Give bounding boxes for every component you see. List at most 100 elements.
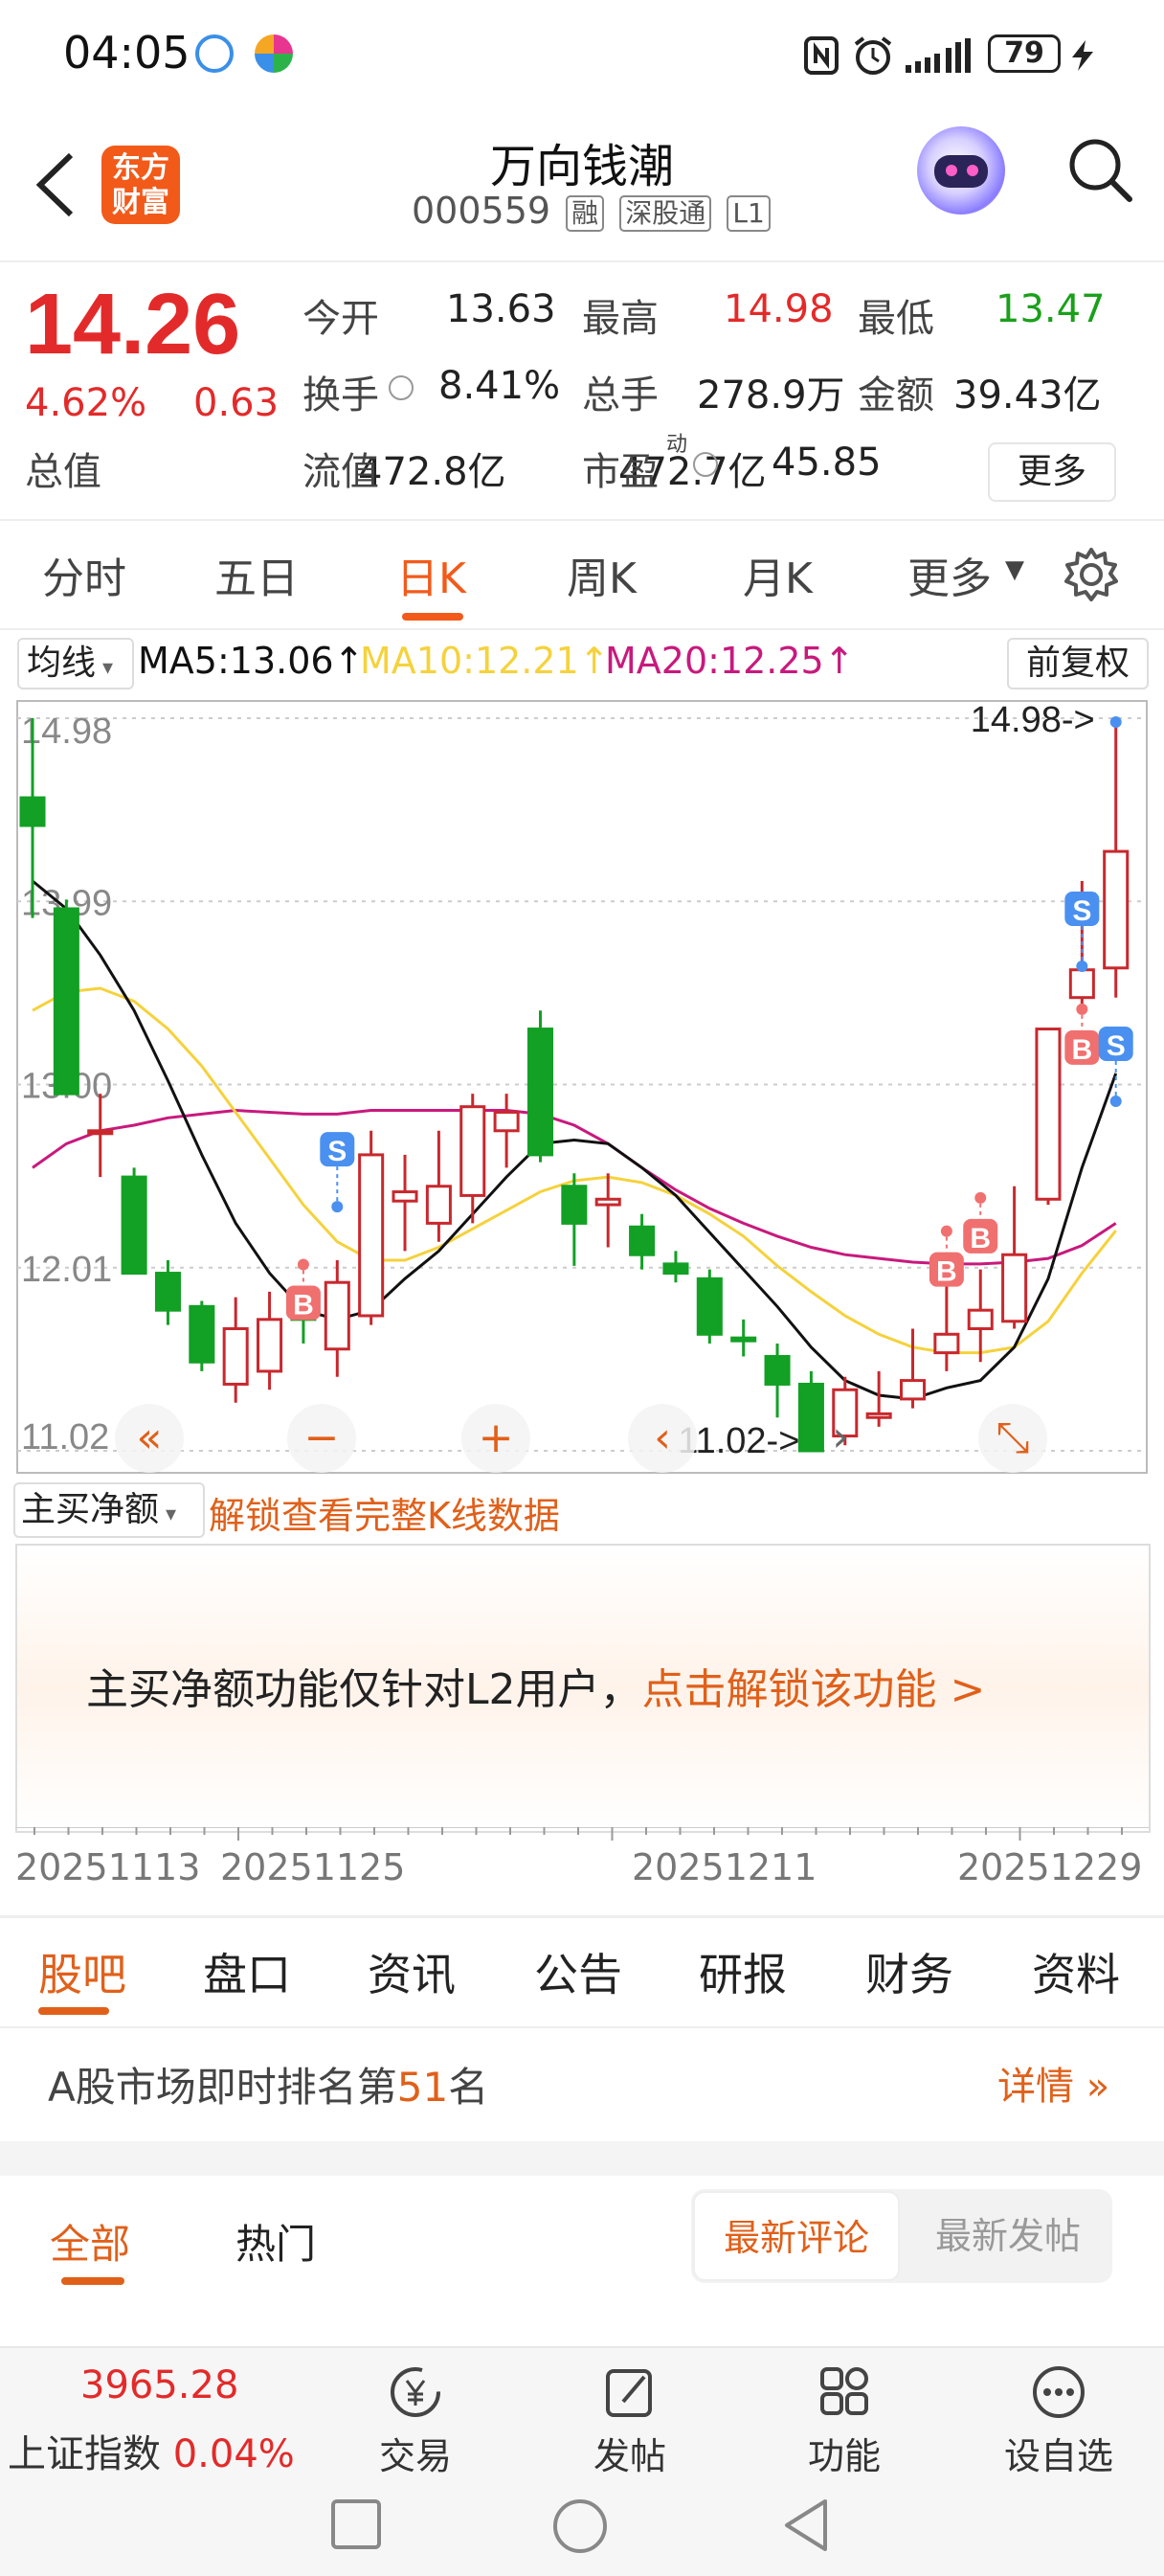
section-tab-2[interactable]: 资讯 xyxy=(368,1940,456,2003)
back-icon[interactable] xyxy=(33,151,78,218)
signal-dot xyxy=(974,1191,987,1204)
margin-tag: 融 xyxy=(566,194,605,232)
nav-functions[interactable]: 功能 xyxy=(777,2363,911,2479)
candle xyxy=(53,899,79,1096)
candle-body xyxy=(967,1308,994,1331)
pe-info-icon[interactable] xyxy=(693,452,718,477)
candle xyxy=(1035,1028,1062,1206)
app-logo: 东方 财富 xyxy=(101,146,180,224)
ranking-prefix: A股市场即时排名第 xyxy=(48,2064,397,2111)
back-triangle-icon[interactable] xyxy=(779,2497,833,2553)
max-dot xyxy=(1109,716,1122,728)
candle xyxy=(696,1269,723,1344)
nav-trade-label: 交易 xyxy=(378,2435,452,2477)
period-tab-5[interactable]: 更多 xyxy=(907,544,992,605)
candle-body xyxy=(696,1277,723,1336)
forum-tab-hot[interactable]: 热门 xyxy=(235,2212,316,2271)
indicator-selector[interactable]: 均线 ▾ xyxy=(17,638,134,689)
unlock-feature-link[interactable]: 点击解锁该功能 > xyxy=(642,1665,986,1714)
candle-body xyxy=(53,907,79,1096)
signal-dot xyxy=(1109,1096,1122,1107)
header-divider xyxy=(0,260,1164,262)
section-divider xyxy=(0,2026,1164,2028)
signal-dot xyxy=(940,1225,952,1237)
candle xyxy=(662,1251,689,1283)
candle-body xyxy=(594,1197,621,1207)
nav-post[interactable]: 发帖 xyxy=(563,2363,697,2479)
quote-label-r1-col3: 金额 xyxy=(858,373,934,418)
assistant-robot-icon[interactable] xyxy=(917,126,1005,215)
zoom-in-icon[interactable]: + xyxy=(479,1413,514,1462)
fund-flow-selector[interactable]: 主买净额 ▾ xyxy=(13,1482,205,1538)
chat-app-icon xyxy=(195,34,234,73)
turnover-info-icon[interactable] xyxy=(389,375,414,400)
candle-body xyxy=(392,1190,418,1203)
status-bar: 04:05 79 xyxy=(0,0,1164,115)
price-adjust-button[interactable]: 前复权 xyxy=(1007,638,1149,689)
candle xyxy=(358,1130,385,1325)
section-tab-1[interactable]: 盘口 xyxy=(203,1940,291,2003)
candle xyxy=(1001,1186,1028,1329)
period-tab-3[interactable]: 周K xyxy=(567,544,637,605)
nav-post-label: 发帖 xyxy=(593,2435,666,2477)
candle-body xyxy=(1001,1253,1028,1323)
fullscreen-icon[interactable]: ⤡ xyxy=(996,1413,1029,1462)
zoom-out-icon[interactable]: − xyxy=(304,1413,340,1462)
section-tab-0[interactable]: 股吧 xyxy=(38,1940,126,2003)
recent-apps-icon[interactable] xyxy=(329,2497,383,2551)
kline-chart[interactable]: 14.9813.9913.0012.0111.02SBBBSBS14.98->1… xyxy=(0,689,1164,1475)
forum-tab-all[interactable]: 全部 xyxy=(50,2212,130,2271)
candle-body xyxy=(358,1153,385,1318)
more-quote-button[interactable]: 更多 xyxy=(988,442,1116,502)
section-tab-3[interactable]: 公告 xyxy=(534,1940,622,2003)
quote-label-r1-col2: 总手 xyxy=(582,373,659,418)
ranking-detail-link[interactable]: 详情 » xyxy=(997,2055,1109,2111)
date-divider xyxy=(0,1915,1164,1918)
quote-value-r2-col3: 45.85 xyxy=(772,441,882,485)
next-icon[interactable]: › xyxy=(832,1412,849,1461)
sort-latest-post[interactable]: 最新发帖 xyxy=(907,2191,1108,2281)
settings-gear-icon[interactable] xyxy=(1063,546,1120,603)
quote-value-r1-col1: 8.41% xyxy=(438,364,561,408)
quote-label-r0-col2: 最高 xyxy=(582,297,659,341)
signal-letter: B xyxy=(936,1256,957,1288)
candle xyxy=(121,1167,147,1276)
candle xyxy=(899,1328,927,1409)
candle-body xyxy=(324,1280,350,1351)
period-tab-0[interactable]: 分时 xyxy=(42,544,126,605)
candle xyxy=(526,1010,554,1163)
prev-icon[interactable]: ‹ xyxy=(654,1413,671,1462)
candle xyxy=(324,1260,350,1377)
signal-letter: S xyxy=(327,1136,347,1167)
unlock-kline-link[interactable]: 解锁查看完整K线数据 xyxy=(209,1486,560,1539)
section-tab-5[interactable]: 财务 xyxy=(865,1940,953,2003)
quote-label-r1-col1: 换手 xyxy=(302,373,379,418)
signal-icon xyxy=(906,38,971,73)
period-tab-4[interactable]: 月K xyxy=(743,544,813,605)
status-time: 04:05 xyxy=(63,27,190,79)
search-icon[interactable] xyxy=(1066,136,1133,203)
candle xyxy=(222,1297,249,1403)
signal-letter: B xyxy=(1072,1034,1093,1066)
indicator-selector-label: 均线 xyxy=(27,644,97,683)
scroll-left-icon[interactable]: « xyxy=(137,1413,163,1462)
candle xyxy=(730,1319,757,1357)
index-value[interactable]: 3965.28 xyxy=(80,2363,238,2407)
change-amount: 0.63 xyxy=(193,381,280,425)
candle-body xyxy=(1035,1028,1062,1201)
nav-add-watchlist[interactable]: 设自选 xyxy=(992,2363,1126,2479)
sort-latest-comment[interactable]: 最新评论 xyxy=(693,2191,900,2281)
edit-post-icon xyxy=(606,2369,652,2417)
candle-body xyxy=(87,1129,114,1136)
section-gap xyxy=(0,2141,1164,2176)
section-tab-6[interactable]: 资料 xyxy=(1032,1940,1120,2003)
signal-letter: S xyxy=(1072,895,1091,927)
nav-trade[interactable]: 交易 xyxy=(348,2363,482,2479)
section-tab-4[interactable]: 研报 xyxy=(699,1940,787,2003)
period-tab-1[interactable]: 五日 xyxy=(214,544,299,605)
index-name-line[interactable]: 上证指数 0.04% xyxy=(8,2423,295,2478)
period-tab-2[interactable]: 日K xyxy=(396,544,466,605)
home-icon[interactable] xyxy=(551,2497,609,2555)
charging-icon xyxy=(1072,40,1093,71)
max-price-marker: 14.98-> xyxy=(971,700,1095,740)
